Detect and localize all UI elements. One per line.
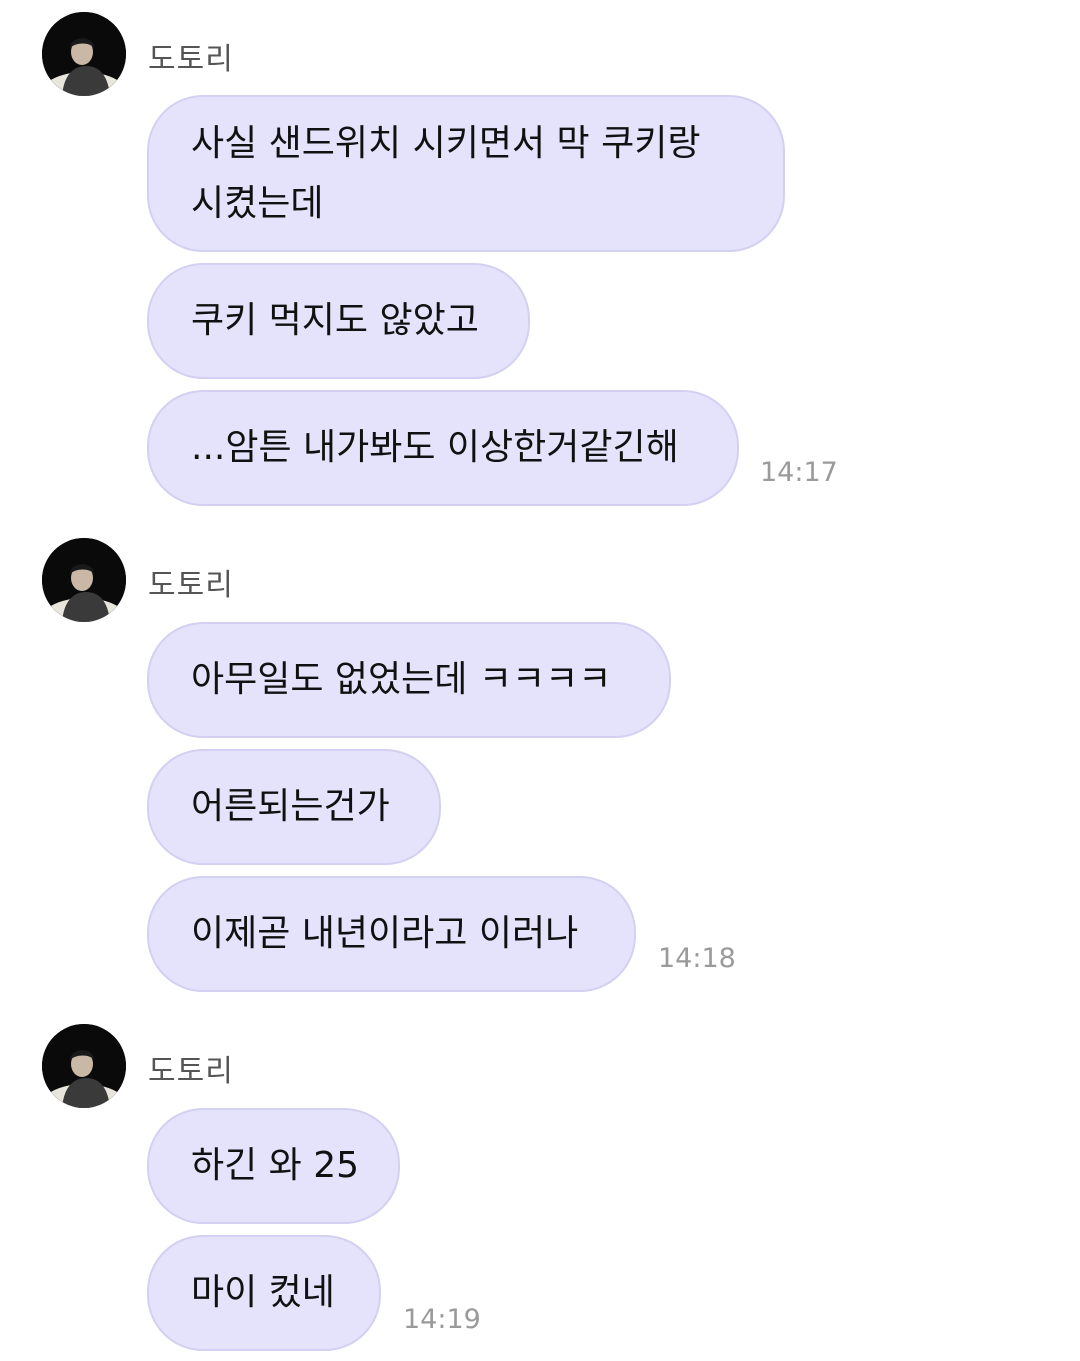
timestamp: 14:17 [760, 457, 838, 488]
message-bubble[interactable]: 이제곧 내년이라고 이러나 [147, 876, 636, 992]
message-text: 마이 컸네 [191, 1272, 335, 1313]
message-text: 이제곧 내년이라고 이러나 [191, 913, 579, 954]
sender-name: 도토리 [148, 42, 234, 77]
message-text: 하긴 와 25 [191, 1145, 360, 1186]
message-bubble[interactable]: 쿠키 먹지도 않았고 [147, 263, 530, 379]
message-bubble[interactable]: 어른되는건가 [147, 749, 441, 865]
message-group: 도토리 사실 샌드위치 시키면서 막 쿠키랑 시켰는데 쿠키 먹지도 않았고 .… [0, 12, 1080, 512]
message-text: 사실 샌드위치 시키면서 막 쿠키랑 시켰는데 [191, 123, 701, 224]
message-text: 아무일도 없었는데 ㅋㅋㅋㅋ [191, 659, 612, 700]
message-bubble[interactable]: 아무일도 없었는데 ㅋㅋㅋㅋ [147, 622, 671, 738]
sender-name: 도토리 [148, 1054, 234, 1089]
avatar[interactable] [42, 1024, 126, 1108]
timestamp: 14:18 [658, 943, 736, 974]
message-group: 도토리 아무일도 없었는데 ㅋㅋㅋㅋ 어른되는건가 이제곧 내년이라고 이러나 … [0, 538, 1080, 998]
profile-photo-icon [42, 1024, 126, 1108]
message-text: ...암튼 내가봐도 이상한거같긴해 [191, 427, 679, 468]
profile-photo-icon [42, 538, 126, 622]
timestamp: 14:19 [403, 1304, 481, 1335]
message-text: 어른되는건가 [191, 786, 390, 827]
message-bubble[interactable]: 사실 샌드위치 시키면서 막 쿠키랑 시켰는데 [147, 95, 785, 252]
avatar[interactable] [42, 538, 126, 622]
message-text: 쿠키 먹지도 않았고 [191, 300, 479, 341]
message-bubble[interactable]: 마이 컸네 [147, 1235, 381, 1351]
message-bubble[interactable]: 하긴 와 25 [147, 1108, 400, 1224]
avatar[interactable] [42, 12, 126, 96]
message-group: 도토리 하긴 와 25 마이 컸네 14:19 [0, 1024, 1080, 1354]
profile-photo-icon [42, 12, 126, 96]
sender-name: 도토리 [148, 568, 234, 603]
message-bubble[interactable]: ...암튼 내가봐도 이상한거같긴해 [147, 390, 739, 506]
